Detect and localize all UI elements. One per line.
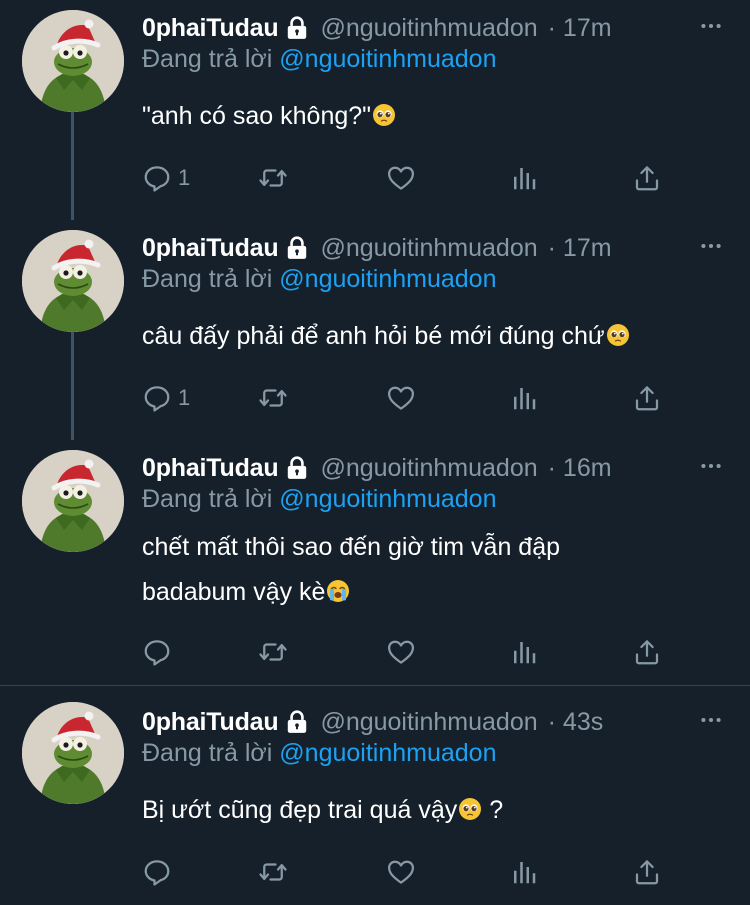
lock-icon bbox=[284, 235, 310, 261]
analytics-icon bbox=[509, 637, 539, 667]
tweet[interactable]: 0phaiTudau @nguoitinhmuadon · 16m Đang t… bbox=[0, 440, 750, 685]
reply-button[interactable] bbox=[142, 855, 172, 889]
share-icon bbox=[632, 383, 662, 413]
mention-link[interactable]: @nguoitinhmuadon bbox=[279, 265, 496, 293]
more-options-icon[interactable] bbox=[698, 233, 724, 259]
retweet-icon bbox=[258, 383, 288, 413]
retweet-button[interactable] bbox=[258, 161, 288, 195]
analytics-button[interactable] bbox=[509, 855, 539, 889]
retweet-button[interactable] bbox=[258, 635, 288, 669]
retweet-button[interactable] bbox=[258, 855, 288, 889]
replying-to-label: Đang trả lời bbox=[142, 45, 280, 73]
more-options-icon[interactable] bbox=[698, 13, 724, 39]
like-icon bbox=[386, 163, 416, 193]
reply-button[interactable]: 1 bbox=[142, 161, 190, 195]
like-button[interactable] bbox=[386, 855, 416, 889]
replying-to-label: Đang trả lời bbox=[142, 265, 280, 293]
tweet-text-suffix: ? bbox=[482, 796, 504, 824]
tweet-text-line: Bị ướt cũng đẹp trai quá vậy bbox=[142, 796, 458, 824]
more-options-icon[interactable] bbox=[698, 453, 724, 479]
lock-icon bbox=[284, 455, 310, 481]
mention-link[interactable]: @nguoitinhmuadon bbox=[279, 739, 496, 767]
replying-to-label: Đang trả lời bbox=[142, 739, 280, 767]
tweet-text-line: "anh có sao không?" bbox=[142, 102, 372, 130]
retweet-button[interactable] bbox=[258, 381, 288, 415]
thread-line bbox=[71, 330, 74, 440]
replying-to: Đang trả lời @nguoitinhmuadon bbox=[142, 45, 496, 74]
tweet[interactable]: 0phaiTudau @nguoitinhmuadon · 17m Đang t… bbox=[0, 0, 750, 220]
analytics-button[interactable] bbox=[509, 635, 539, 669]
display-name[interactable]: 0phaiTudau bbox=[142, 234, 279, 263]
avatar[interactable] bbox=[22, 10, 124, 112]
tweet-text: câu đấy phải để anh hỏi bé mới đúng chứ bbox=[142, 314, 702, 359]
like-icon bbox=[386, 637, 416, 667]
share-button[interactable] bbox=[632, 855, 662, 889]
like-button[interactable] bbox=[386, 635, 416, 669]
like-icon bbox=[386, 383, 416, 413]
avatar[interactable] bbox=[22, 230, 124, 332]
like-button[interactable] bbox=[386, 381, 416, 415]
comment-icon bbox=[142, 857, 172, 887]
retweet-icon bbox=[258, 857, 288, 887]
replying-to: Đang trả lời @nguoitinhmuadon bbox=[142, 739, 496, 768]
analytics-icon bbox=[509, 857, 539, 887]
reply-button[interactable] bbox=[142, 635, 172, 669]
crying-face-icon bbox=[326, 579, 350, 603]
retweet-icon bbox=[258, 163, 288, 193]
reply-count: 1 bbox=[178, 165, 191, 190]
pleading-face-icon bbox=[372, 103, 396, 127]
tweet-text: Bị ướt cũng đẹp trai quá vậy ? bbox=[142, 788, 702, 833]
display-name[interactable]: 0phaiTudau bbox=[142, 14, 279, 43]
share-icon bbox=[632, 857, 662, 887]
reply-count: 1 bbox=[178, 385, 191, 410]
share-icon bbox=[632, 637, 662, 667]
share-icon bbox=[632, 163, 662, 193]
mention-link[interactable]: @nguoitinhmuadon bbox=[279, 45, 496, 73]
lock-icon bbox=[284, 15, 310, 41]
display-name[interactable]: 0phaiTudau bbox=[142, 708, 279, 737]
tweet-text-line: chết mất thôi sao đến giờ tim vẫn đập bbox=[142, 533, 561, 561]
analytics-button[interactable] bbox=[509, 381, 539, 415]
timestamp[interactable]: · 43s bbox=[548, 708, 604, 737]
replying-to-label: Đang trả lời bbox=[142, 485, 280, 513]
pleading-face-icon bbox=[606, 323, 630, 347]
tweet[interactable]: 0phaiTudau @nguoitinhmuadon · 17m Đang t… bbox=[0, 220, 750, 440]
tweet-text-line: câu đấy phải để anh hỏi bé mới đúng chứ bbox=[142, 322, 605, 350]
user-handle[interactable]: @nguoitinhmuadon bbox=[320, 454, 537, 483]
replying-to: Đang trả lời @nguoitinhmuadon bbox=[142, 265, 496, 294]
like-icon bbox=[386, 857, 416, 887]
tweet[interactable]: 0phaiTudau @nguoitinhmuadon · 43s Đang t… bbox=[0, 686, 750, 905]
avatar[interactable] bbox=[22, 702, 124, 804]
mention-link[interactable]: @nguoitinhmuadon bbox=[279, 485, 496, 513]
analytics-icon bbox=[509, 383, 539, 413]
tweet-text-line: badabum vậy kè bbox=[142, 578, 326, 606]
share-button[interactable] bbox=[632, 161, 662, 195]
user-handle[interactable]: @nguoitinhmuadon bbox=[320, 14, 537, 43]
user-handle[interactable]: @nguoitinhmuadon bbox=[320, 708, 537, 737]
thread-line bbox=[71, 110, 74, 220]
timestamp[interactable]: · 16m bbox=[548, 454, 612, 483]
more-options-icon[interactable] bbox=[698, 707, 724, 733]
lock-icon bbox=[284, 709, 310, 735]
retweet-icon bbox=[258, 637, 288, 667]
comment-icon bbox=[142, 163, 172, 193]
timestamp[interactable]: · 17m bbox=[548, 14, 612, 43]
share-button[interactable] bbox=[632, 381, 662, 415]
reply-button[interactable]: 1 bbox=[142, 381, 190, 415]
display-name[interactable]: 0phaiTudau bbox=[142, 454, 279, 483]
share-button[interactable] bbox=[632, 635, 662, 669]
analytics-icon bbox=[509, 163, 539, 193]
timestamp[interactable]: · 17m bbox=[548, 234, 612, 263]
tweet-text: "anh có sao không?" bbox=[142, 94, 702, 139]
analytics-button[interactable] bbox=[509, 161, 539, 195]
pleading-face-icon bbox=[458, 797, 482, 821]
avatar[interactable] bbox=[22, 450, 124, 552]
tweet-text: chết mất thôi sao đến giờ tim vẫn đập ba… bbox=[142, 525, 702, 615]
comment-icon bbox=[142, 383, 172, 413]
comment-icon bbox=[142, 637, 172, 667]
user-handle[interactable]: @nguoitinhmuadon bbox=[320, 234, 537, 263]
replying-to: Đang trả lời @nguoitinhmuadon bbox=[142, 485, 496, 514]
like-button[interactable] bbox=[386, 161, 416, 195]
